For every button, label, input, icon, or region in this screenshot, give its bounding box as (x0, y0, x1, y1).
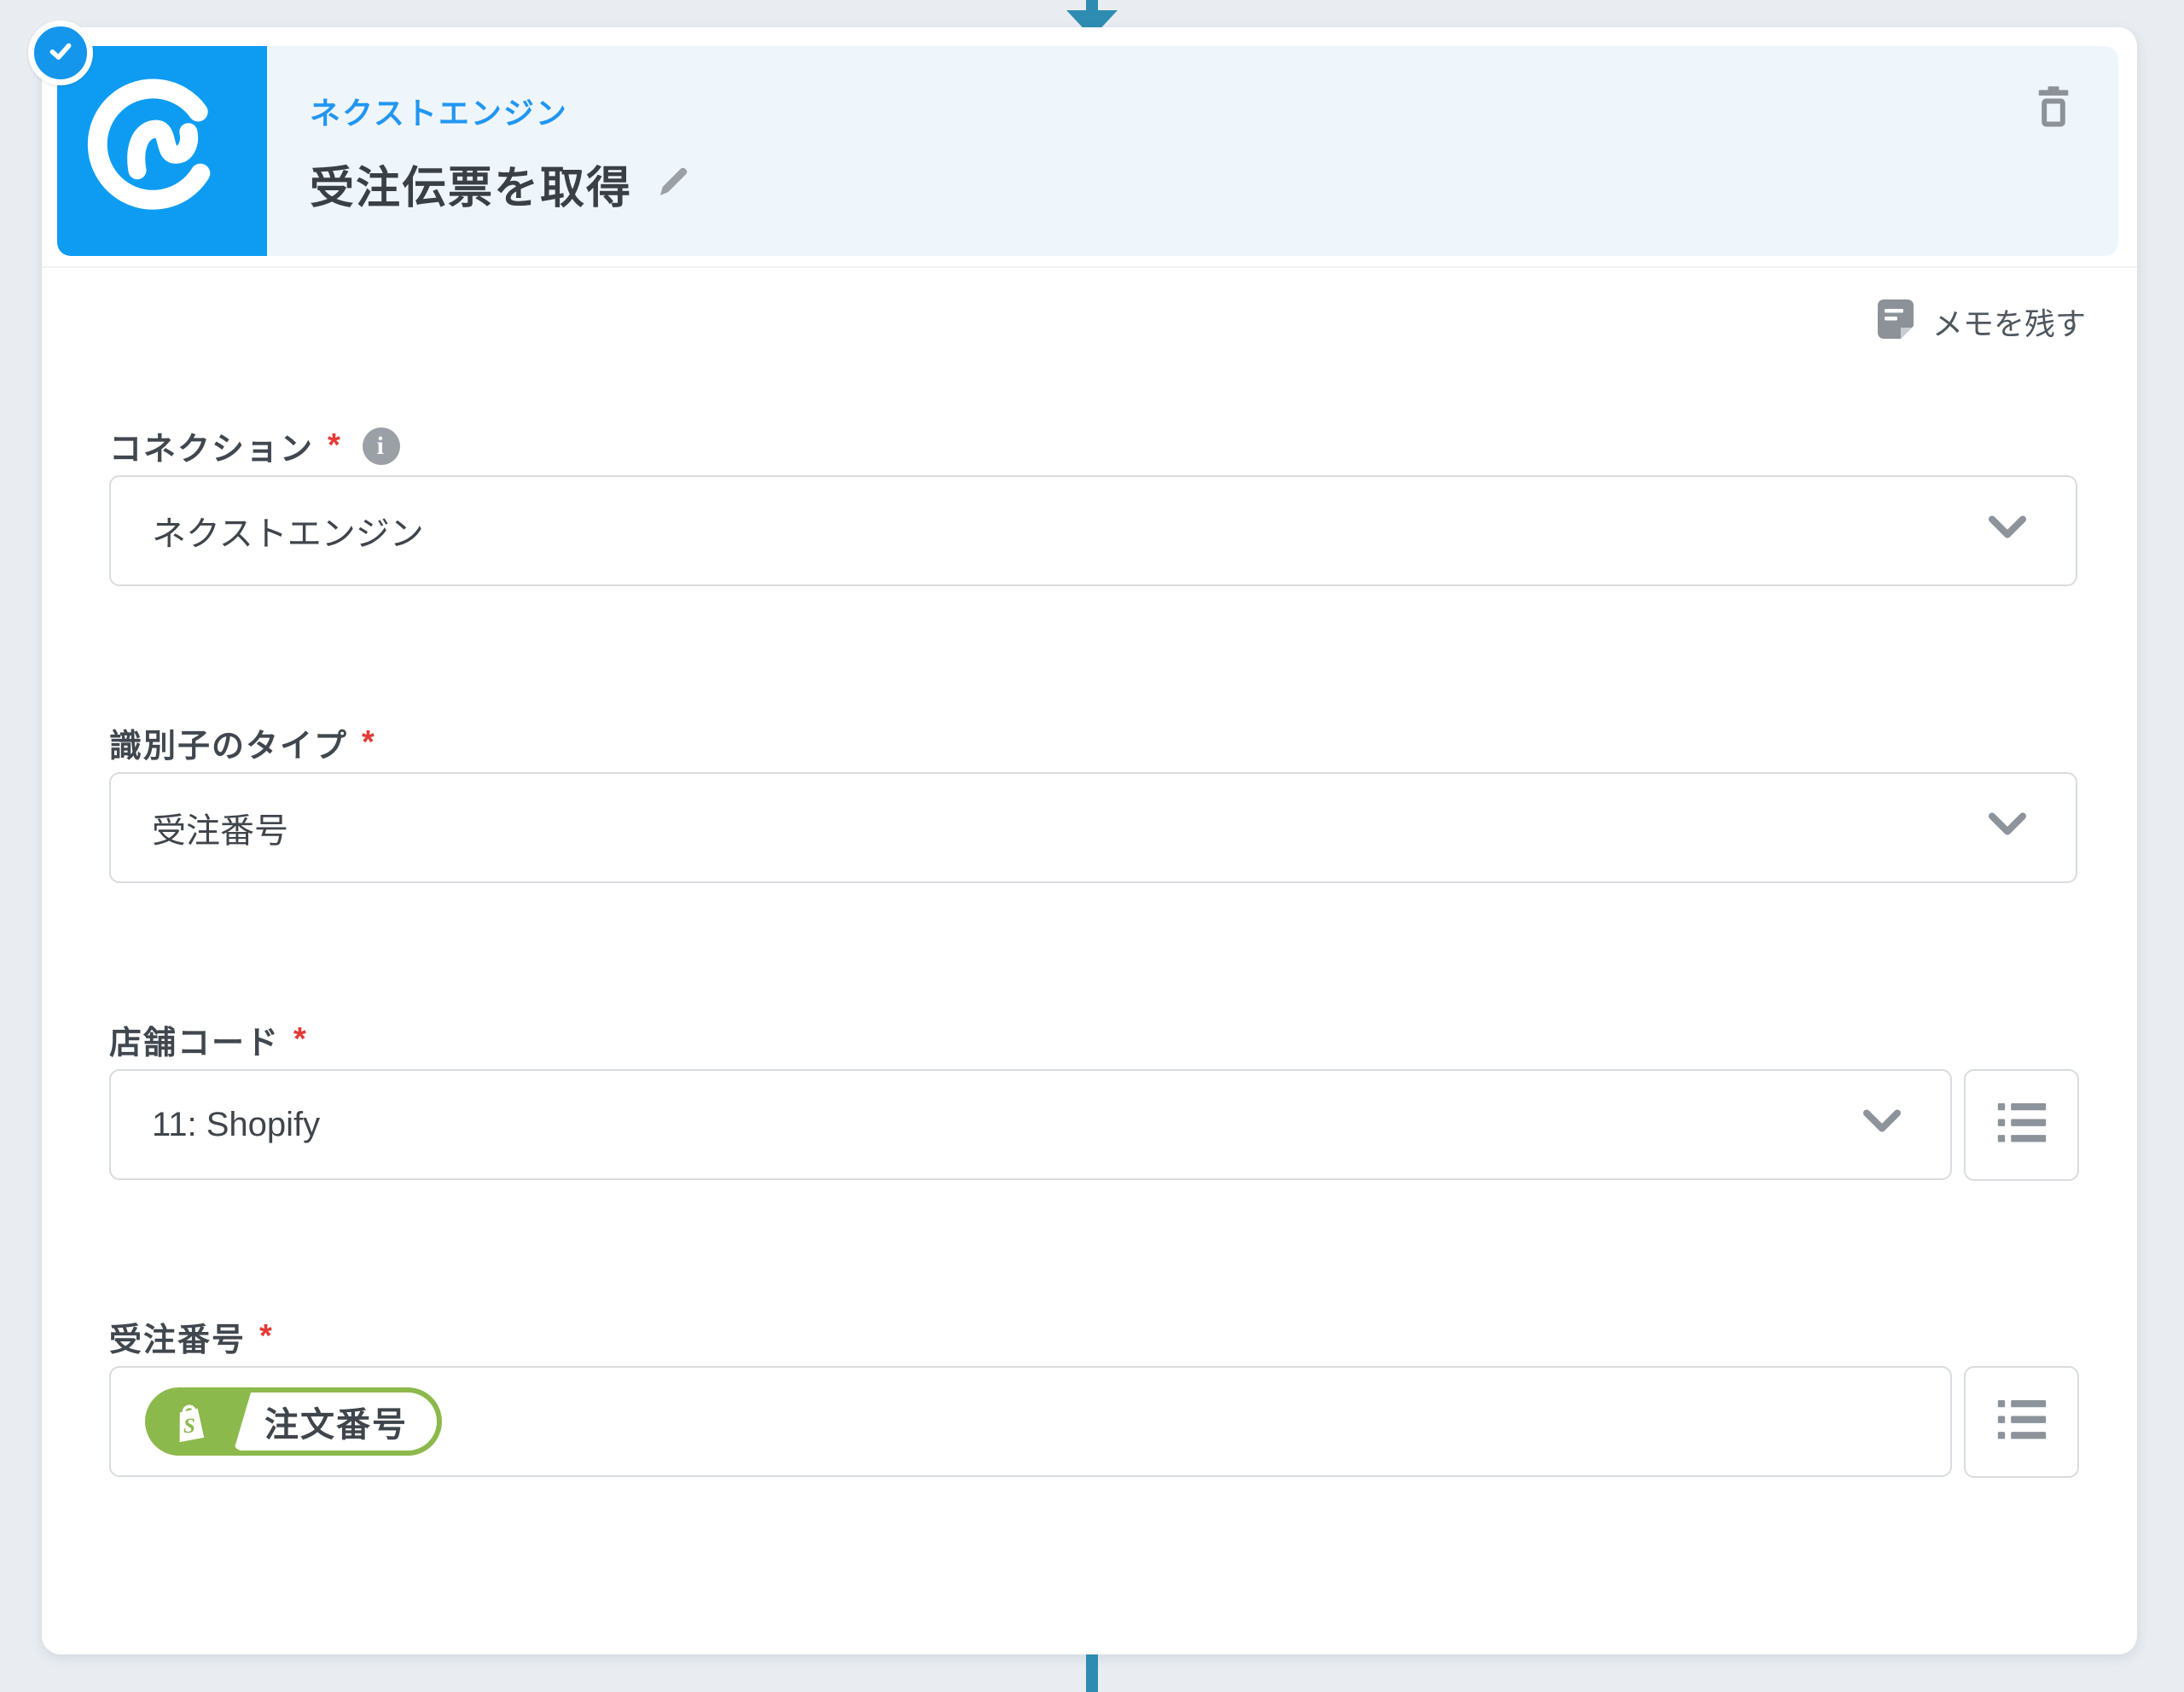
canvas: ネクストエンジン 受注伝票を取得 メモを残す コネクション * i ネクストエン… (0, 0, 2184, 1692)
edit-title-button[interactable] (654, 166, 692, 203)
list-icon (1995, 1397, 2049, 1447)
step-title: 受注伝票を取得 (310, 164, 633, 213)
step-header[interactable]: ネクストエンジン 受注伝票を取得 (57, 46, 2118, 256)
nextengine-app-icon (57, 46, 267, 256)
memo-note-icon (1874, 297, 1917, 346)
required-mark: * (362, 724, 376, 760)
step-card: ネクストエンジン 受注伝票を取得 メモを残す コネクション * i ネクストエン… (28, 20, 2137, 1654)
order-number-list-button[interactable] (1964, 1366, 2079, 1478)
required-mark: * (328, 427, 342, 463)
required-mark: * (259, 1318, 274, 1354)
delete-step-button[interactable] (2033, 84, 2074, 133)
leave-memo-button[interactable]: メモを残す (1874, 297, 2086, 346)
memo-label: メモを残す (1931, 305, 2086, 341)
connection-label: コネクション * (109, 422, 400, 469)
token-label: 注文番号 (234, 1393, 437, 1451)
list-icon (1995, 1100, 2049, 1150)
shopify-bag-icon: S (145, 1398, 234, 1445)
svg-text:S: S (183, 1415, 195, 1438)
flow-connector-line-bottom (1086, 1654, 1098, 1692)
chevron-down-icon (1987, 512, 2028, 550)
shopify-token-tag[interactable]: S 注文番号 (145, 1387, 442, 1456)
chevron-down-icon (1987, 809, 2028, 847)
store-code-list-button[interactable] (1964, 1069, 2079, 1181)
required-mark: * (293, 1021, 308, 1057)
order-number-label: 受注番号 * (109, 1318, 274, 1358)
chevron-down-icon (1862, 1106, 1902, 1144)
store-code-label: 店舗コード * (109, 1021, 308, 1061)
order-number-input[interactable]: S 注文番号 (109, 1366, 1952, 1477)
store-code-value: 11: Shopify (152, 1105, 321, 1143)
app-name: ネクストエンジン (310, 96, 568, 131)
step-complete-badge (28, 20, 93, 85)
trash-icon (2035, 84, 2072, 134)
store-code-select[interactable]: 11: Shopify (109, 1069, 1952, 1180)
check-icon (44, 34, 78, 73)
info-icon[interactable] (362, 427, 400, 465)
identifier-type-label: 識別子のタイプ * (109, 724, 376, 765)
connection-value: ネクストエンジン (152, 515, 424, 553)
identifier-type-value: 受注番号 (152, 812, 288, 850)
pencil-icon (655, 164, 691, 204)
nextengine-logo-icon (87, 74, 237, 229)
identifier-type-select[interactable]: 受注番号 (109, 772, 2077, 883)
connection-select[interactable]: ネクストエンジン (109, 475, 2077, 586)
header-divider (42, 266, 2137, 268)
